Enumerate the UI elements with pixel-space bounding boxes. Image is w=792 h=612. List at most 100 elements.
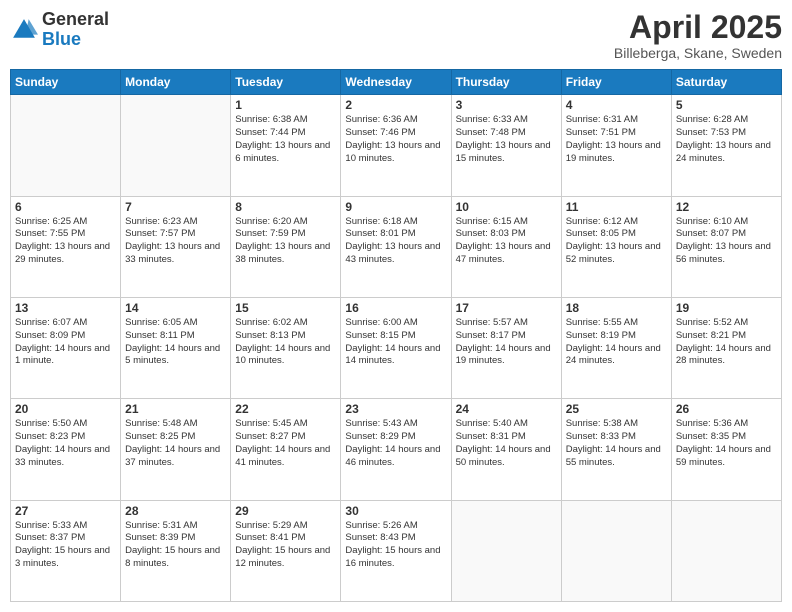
calendar-cell: 10 Sunrise: 6:15 AM Sunset: 8:03 PM Dayli… [451,196,561,297]
weekday-header-thursday: Thursday [451,70,561,95]
calendar-cell: 9Sunrise: 6:18 AM Sunset: 8:01 PM Daylig… [341,196,451,297]
day-number: 30 [345,504,446,518]
weekday-header-monday: Monday [121,70,231,95]
calendar-title: April 2025 [614,10,782,45]
day-info: Sunrise: 6:02 AM Sunset: 8:13 PM Dayligh… [235,317,336,368]
calendar-cell: 16Sunrise: 6:00 AM Sunset: 8:15 PM Dayli… [341,297,451,398]
calendar-cell: 7 Sunrise: 6:23 AM Sunset: 7:57 PM Daylig… [121,196,231,297]
title-block: April 2025 Billeberga, Skane, Sweden [614,10,782,61]
day-info: Sunrise: 6:38 AM Sunset: 7:44 PM Dayligh… [235,114,336,165]
page: General Blue April 2025 Billeberga, Skan… [0,0,792,612]
day-number: 21 [125,402,226,416]
day-number: 10 [456,200,557,214]
weekday-header-row: SundayMondayTuesdayWednesdayThursdayFrid… [11,70,782,95]
weekday-header-tuesday: Tuesday [231,70,341,95]
day-info: Sunrise: 6:10 AM Sunset: 8:07 PM Dayligh… [676,216,777,267]
calendar-cell: 15 Sunrise: 6:02 AM Sunset: 8:13 PM Dayli… [231,297,341,398]
day-number: 18 [566,301,667,315]
calendar-cell: 13 Sunrise: 6:07 AM Sunset: 8:09 PM Dayli… [11,297,121,398]
day-info: Sunrise: 5:55 AM Sunset: 8:19 PM Dayligh… [566,317,667,368]
day-info: Sunrise: 6:36 AM Sunset: 7:46 PM Dayligh… [345,114,446,165]
weekday-header-saturday: Saturday [671,70,781,95]
calendar-cell: 25Sunrise: 5:38 AM Sunset: 8:33 PM Dayli… [561,399,671,500]
weekday-header-friday: Friday [561,70,671,95]
day-number: 14 [125,301,226,315]
day-info: Sunrise: 6:12 AM Sunset: 8:05 PM Dayligh… [566,216,667,267]
day-number: 24 [456,402,557,416]
day-info: Sunrise: 5:48 AM Sunset: 8:25 PM Dayligh… [125,418,226,469]
logo-blue: Blue [42,30,109,50]
calendar-table: SundayMondayTuesdayWednesdayThursdayFrid… [10,69,782,602]
day-info: Sunrise: 6:31 AM Sunset: 7:51 PM Dayligh… [566,114,667,165]
header: General Blue April 2025 Billeberga, Skan… [10,10,782,61]
day-info: Sunrise: 6:07 AM Sunset: 8:09 PM Dayligh… [15,317,116,368]
day-number: 6 [15,200,116,214]
day-info: Sunrise: 5:29 AM Sunset: 8:41 PM Dayligh… [235,520,336,571]
day-info: Sunrise: 6:23 AM Sunset: 7:57 PM Dayligh… [125,216,226,267]
logo-general: General [42,10,109,30]
calendar-cell: 14 Sunrise: 6:05 AM Sunset: 8:11 PM Dayli… [121,297,231,398]
calendar-cell: 12 Sunrise: 6:10 AM Sunset: 8:07 PM Dayli… [671,196,781,297]
day-number: 29 [235,504,336,518]
day-info: Sunrise: 5:50 AM Sunset: 8:23 PM Dayligh… [15,418,116,469]
calendar-cell: 8 Sunrise: 6:20 AM Sunset: 7:59 PM Daylig… [231,196,341,297]
day-info: Sunrise: 6:15 AM Sunset: 8:03 PM Dayligh… [456,216,557,267]
calendar-cell: 6 Sunrise: 6:25 AM Sunset: 7:55 PM Daylig… [11,196,121,297]
calendar-cell [671,500,781,601]
day-number: 5 [676,98,777,112]
day-number: 27 [15,504,116,518]
day-number: 23 [345,402,446,416]
day-info: Sunrise: 5:36 AM Sunset: 8:35 PM Dayligh… [676,418,777,469]
calendar-cell: 22 Sunrise: 5:45 AM Sunset: 8:27 PM Dayli… [231,399,341,500]
calendar-subtitle: Billeberga, Skane, Sweden [614,45,782,61]
day-number: 1 [235,98,336,112]
weekday-header-wednesday: Wednesday [341,70,451,95]
day-number: 12 [676,200,777,214]
day-info: Sunrise: 5:40 AM Sunset: 8:31 PM Dayligh… [456,418,557,469]
calendar-cell: 18 Sunrise: 5:55 AM Sunset: 8:19 PM Dayli… [561,297,671,398]
calendar-cell: 19 Sunrise: 5:52 AM Sunset: 8:21 PM Dayli… [671,297,781,398]
day-number: 17 [456,301,557,315]
calendar-cell: 29 Sunrise: 5:29 AM Sunset: 8:41 PM Dayli… [231,500,341,601]
calendar-week-row: 6 Sunrise: 6:25 AM Sunset: 7:55 PM Daylig… [11,196,782,297]
day-info: Sunrise: 5:45 AM Sunset: 8:27 PM Dayligh… [235,418,336,469]
day-number: 28 [125,504,226,518]
calendar-cell: 20 Sunrise: 5:50 AM Sunset: 8:23 PM Dayli… [11,399,121,500]
calendar-cell [121,95,231,196]
calendar-cell: 3Sunrise: 6:33 AM Sunset: 7:48 PM Daylig… [451,95,561,196]
calendar-cell: 27 Sunrise: 5:33 AM Sunset: 8:37 PM Dayli… [11,500,121,601]
calendar-week-row: 27 Sunrise: 5:33 AM Sunset: 8:37 PM Dayli… [11,500,782,601]
day-number: 15 [235,301,336,315]
day-number: 22 [235,402,336,416]
day-number: 19 [676,301,777,315]
calendar-cell: 26 Sunrise: 5:36 AM Sunset: 8:35 PM Dayli… [671,399,781,500]
calendar-cell: 23 Sunrise: 5:43 AM Sunset: 8:29 PM Dayli… [341,399,451,500]
calendar-cell [11,95,121,196]
day-number: 20 [15,402,116,416]
calendar-week-row: 13 Sunrise: 6:07 AM Sunset: 8:09 PM Dayli… [11,297,782,398]
calendar-cell: 30Sunrise: 5:26 AM Sunset: 8:43 PM Dayli… [341,500,451,601]
calendar-cell: 4Sunrise: 6:31 AM Sunset: 7:51 PM Daylig… [561,95,671,196]
day-info: Sunrise: 5:52 AM Sunset: 8:21 PM Dayligh… [676,317,777,368]
day-info: Sunrise: 5:43 AM Sunset: 8:29 PM Dayligh… [345,418,446,469]
day-info: Sunrise: 6:20 AM Sunset: 7:59 PM Dayligh… [235,216,336,267]
logo: General Blue [10,10,109,50]
day-info: Sunrise: 6:25 AM Sunset: 7:55 PM Dayligh… [15,216,116,267]
day-info: Sunrise: 5:33 AM Sunset: 8:37 PM Dayligh… [15,520,116,571]
day-number: 16 [345,301,446,315]
day-info: Sunrise: 6:05 AM Sunset: 8:11 PM Dayligh… [125,317,226,368]
calendar-cell: 1 Sunrise: 6:38 AM Sunset: 7:44 PM Daylig… [231,95,341,196]
day-number: 26 [676,402,777,416]
day-number: 13 [15,301,116,315]
calendar-cell: 11Sunrise: 6:12 AM Sunset: 8:05 PM Dayli… [561,196,671,297]
day-number: 25 [566,402,667,416]
calendar-cell [561,500,671,601]
day-number: 2 [345,98,446,112]
day-number: 7 [125,200,226,214]
calendar-cell: 28Sunrise: 5:31 AM Sunset: 8:39 PM Dayli… [121,500,231,601]
day-info: Sunrise: 6:28 AM Sunset: 7:53 PM Dayligh… [676,114,777,165]
calendar-cell: 24 Sunrise: 5:40 AM Sunset: 8:31 PM Dayli… [451,399,561,500]
day-info: Sunrise: 6:33 AM Sunset: 7:48 PM Dayligh… [456,114,557,165]
logo-text: General Blue [42,10,109,50]
day-number: 8 [235,200,336,214]
